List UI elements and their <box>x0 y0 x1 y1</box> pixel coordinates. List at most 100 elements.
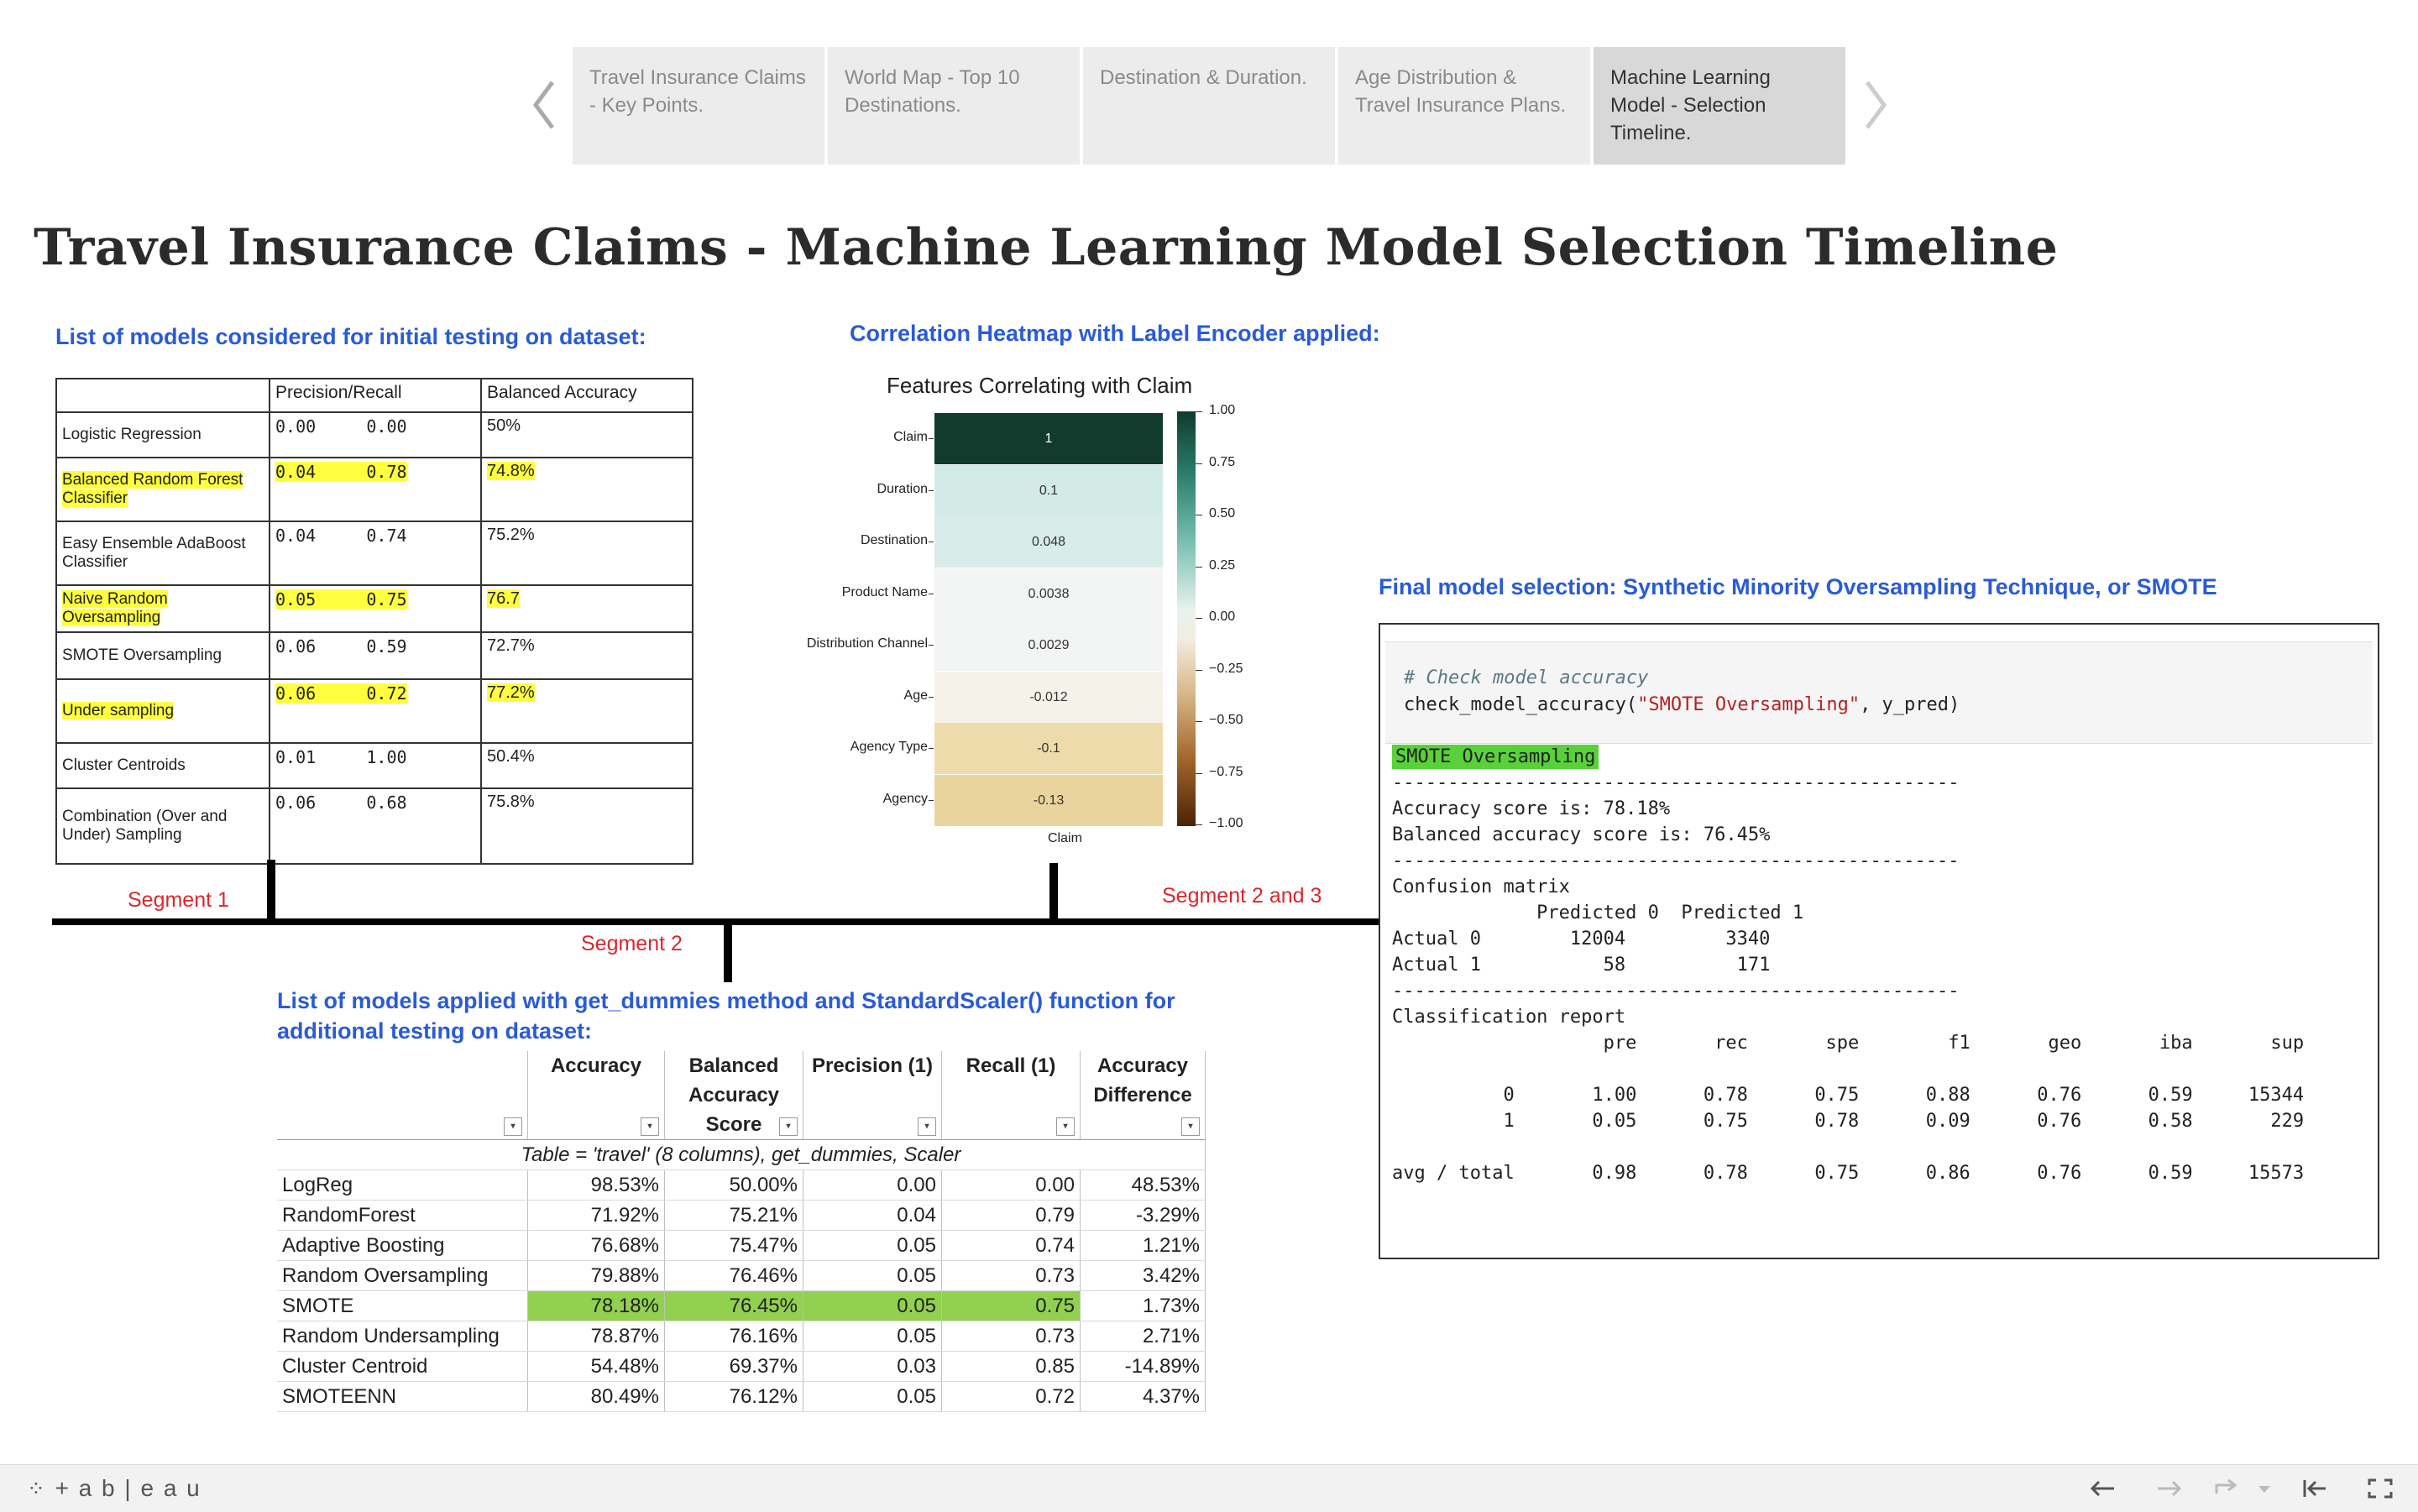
table-row: Balanced Random Forest Classifier 0.04 0.… <box>55 457 693 522</box>
code-input-cell[interactable]: # Check model accuracy check_model_accur… <box>1385 641 2373 744</box>
model-name-cell: Cluster Centroids <box>55 742 270 789</box>
story-next-arrow-icon[interactable] <box>1859 76 1892 134</box>
heatmap-row-label: Age <box>903 688 928 703</box>
heatmap-cell: 0.0029 <box>934 620 1163 671</box>
model-name-cell: SMOTEENN <box>277 1381 528 1412</box>
metric-cell: 0.03 <box>803 1351 942 1382</box>
story-prev-arrow-icon[interactable] <box>527 76 561 134</box>
story-tab-ml-timeline[interactable]: Machine Learning Model - Selection Timel… <box>1594 47 1845 165</box>
metric-cell: 0.72 <box>941 1381 1081 1412</box>
column-header-line: Accuracy <box>688 1084 780 1107</box>
filter-dropdown-icon[interactable]: ▾ <box>779 1117 798 1136</box>
revert-dropdown-icon[interactable] <box>2257 1477 2272 1500</box>
table-row: RandomForest 71.92% 75.21% 0.04 0.79 -3.29% <box>277 1200 1206 1231</box>
column-header-line: Accuracy <box>1096 1054 1189 1077</box>
heatmap-cell: 0.0038 <box>934 568 1163 620</box>
precision-recall-value: 0.04 0.74 <box>275 526 407 546</box>
filter-dropdown-icon[interactable]: ▾ <box>918 1117 936 1136</box>
metric-cell: 75.47% <box>664 1230 803 1261</box>
tableau-brand: + a b | e a u <box>55 1475 202 1501</box>
column-header: Precision/Recall <box>269 378 482 413</box>
colorbar-tick <box>1196 618 1202 619</box>
filter-dropdown-icon[interactable]: ▾ <box>1056 1117 1075 1136</box>
precision-recall-cell: 0.04 0.78 <box>269 457 482 522</box>
metric-cell: 0.73 <box>941 1260 1081 1291</box>
colorbar-tick-label: 0.75 <box>1209 454 1236 469</box>
table-row: SMOTEENN 80.49% 76.12% 0.05 0.72 4.37% <box>277 1381 1206 1412</box>
colorbar-tick <box>1196 669 1202 671</box>
heatmap-row-label: Destination <box>860 533 928 547</box>
balanced-accuracy-value: 77.2% <box>487 683 535 702</box>
code-line: check_model_accuracy("SMOTE Oversampling… <box>1404 694 1960 715</box>
model-name-cell: LogReg <box>277 1169 528 1201</box>
heatmap-row-tick <box>929 799 934 801</box>
precision-recall-value: 0.01 1.00 <box>275 747 407 767</box>
heatmap-row-label: Distribution Channel <box>806 636 928 651</box>
balanced-accuracy-cell: 75.2% <box>480 521 693 586</box>
model-name-cell: Naive Random Oversampling <box>55 584 270 633</box>
colorbar-tick-label: 0.00 <box>1209 610 1236 624</box>
fullscreen-icon[interactable] <box>2366 1477 2394 1500</box>
reset-icon[interactable] <box>2300 1477 2329 1500</box>
redo-icon[interactable] <box>2154 1477 2183 1500</box>
filter-dropdown-icon[interactable]: ▾ <box>641 1117 659 1136</box>
metric-cell: 0.74 <box>941 1230 1081 1261</box>
precision-recall-value: 0.06 0.59 <box>275 636 407 657</box>
table-row: Under sampling 0.06 0.72 77.2% <box>55 678 693 744</box>
code-function: check_model_accuracy( <box>1404 694 1638 715</box>
balanced-accuracy-cell: 75.8% <box>480 787 693 865</box>
table-row: Combination (Over and Under) Sampling 0.0… <box>55 787 693 865</box>
column-header-line <box>809 1080 936 1110</box>
segment-1-label: Segment 1 <box>128 888 229 912</box>
model-name-cell: Adaptive Boosting <box>277 1230 528 1261</box>
heatmap-row-tick <box>929 696 934 698</box>
balanced-accuracy-value: 72.7% <box>487 636 535 655</box>
balanced-accuracy-value: 50% <box>487 416 521 435</box>
heatmap-row-tick <box>929 645 934 646</box>
story-tab-destination-duration[interactable]: Destination & Duration. <box>1083 47 1335 165</box>
output-title: SMOTE Oversampling <box>1392 745 1599 769</box>
precision-recall-cell: 0.05 0.75 <box>269 584 482 633</box>
filter-dropdown-icon[interactable]: ▾ <box>504 1117 522 1136</box>
column-header-line <box>282 1080 522 1110</box>
output-body: ----------------------------------------… <box>1392 772 2305 1184</box>
colorbar-tick-label: −0.50 <box>1209 713 1243 727</box>
table-row: Cluster Centroids 0.01 1.00 50.4% <box>55 742 693 789</box>
column-header-line: Precision (1) <box>811 1054 934 1077</box>
model-name: Logistic Regression <box>62 426 202 443</box>
story-tab-world-map[interactable]: World Map - Top 10 Destinations. <box>828 47 1080 165</box>
model-name: Combination (Over and Under) Sampling <box>62 808 228 844</box>
table-header-row: ▾ Accuracy ▾ Balanced Accuracy Score ▾ Precisio… <box>277 1051 1206 1140</box>
applied-models-table: ▾ Accuracy ▾ Balanced Accuracy Score ▾ Precisio… <box>277 1051 1206 1412</box>
precision-recall-value: 0.05 0.75 <box>275 589 407 610</box>
balanced-accuracy-value: 75.2% <box>487 526 535 544</box>
heatmap-row-label: Agency <box>882 791 928 806</box>
colorbar-tick <box>1196 463 1202 464</box>
column-header: Precision (1) ▾ <box>803 1051 942 1140</box>
heatmap-cell: 0.1 <box>934 464 1163 516</box>
revert-icon[interactable] <box>2213 1477 2242 1500</box>
metric-cell: 76.45% <box>664 1290 803 1321</box>
story-tab-key-points[interactable]: Travel Insurance Claims - Key Points. <box>573 47 824 165</box>
initial-models-table: Precision/Recall Balanced Accuracy Logis… <box>55 378 693 865</box>
model-name-cell: SMOTE Oversampling <box>55 631 270 680</box>
model-name-cell: SMOTE <box>277 1290 528 1321</box>
colorbar-tick <box>1196 411 1202 412</box>
table-caption: Table = 'travel' (8 columns), get_dummie… <box>277 1139 1206 1170</box>
undo-icon[interactable] <box>2089 1477 2117 1500</box>
tableau-logo-icon[interactable]: ⁘ + a b | e a u <box>27 1475 202 1502</box>
table-row: Cluster Centroid 54.48% 69.37% 0.03 0.85 -14.… <box>277 1351 1206 1382</box>
heatmap-row-tick <box>929 438 934 439</box>
filter-dropdown-icon[interactable]: ▾ <box>1181 1117 1200 1136</box>
column-header-line: Difference <box>1093 1084 1192 1107</box>
code-string: "SMOTE Oversampling" <box>1637 694 1861 715</box>
column-header <box>55 378 270 413</box>
model-name-cell: Easy Ensemble AdaBoost Classifier <box>55 521 270 586</box>
column-header-line <box>282 1110 522 1139</box>
precision-recall-cell: 0.06 0.68 <box>269 787 482 865</box>
story-tab-age-distribution[interactable]: Age Distribution & Travel Insurance Plan… <box>1338 47 1590 165</box>
page-title: Travel Insurance Claims - Machine Learni… <box>34 218 2059 277</box>
heading-line: additional testing on dataset: <box>277 1018 593 1044</box>
table-row: Random Undersampling 78.87% 76.16% 0.05 0.73… <box>277 1321 1206 1352</box>
metric-cell: 1.73% <box>1080 1290 1206 1321</box>
